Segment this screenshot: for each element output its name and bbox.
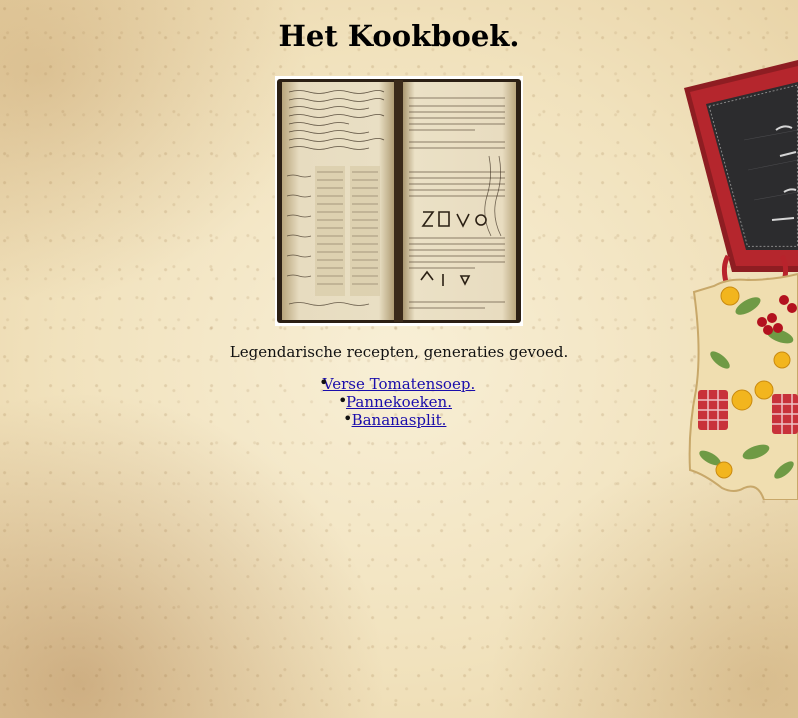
recipe-link-pannekoeken[interactable]: Pannekoeken.: [346, 393, 452, 411]
bullet-icon: •: [338, 391, 348, 410]
bullet-icon: •: [319, 373, 329, 392]
recipe-link-bananasplit[interactable]: Bananasplit.: [352, 411, 447, 429]
recipe-list: • Verse Tomatensoep. • Pannekoeken. • Ba…: [0, 373, 798, 430]
tagline: Legendarische recepten, generaties gevoe…: [229, 343, 569, 361]
main-content: Het Kookboek. Legendarische recepten, ge…: [0, 0, 798, 429]
apron-icon: [688, 272, 798, 500]
page-title: Het Kookboek.: [278, 19, 520, 53]
chalkboard-icon: [684, 60, 798, 272]
list-item: • Verse Tomatensoep.: [0, 373, 798, 394]
list-item: • Bananasplit.: [0, 409, 798, 430]
bullet-icon: •: [343, 409, 353, 428]
open-cookbook-image: [275, 76, 523, 326]
list-item: • Pannekoeken.: [0, 391, 798, 412]
chalkboard-and-apron-image: [684, 60, 798, 500]
